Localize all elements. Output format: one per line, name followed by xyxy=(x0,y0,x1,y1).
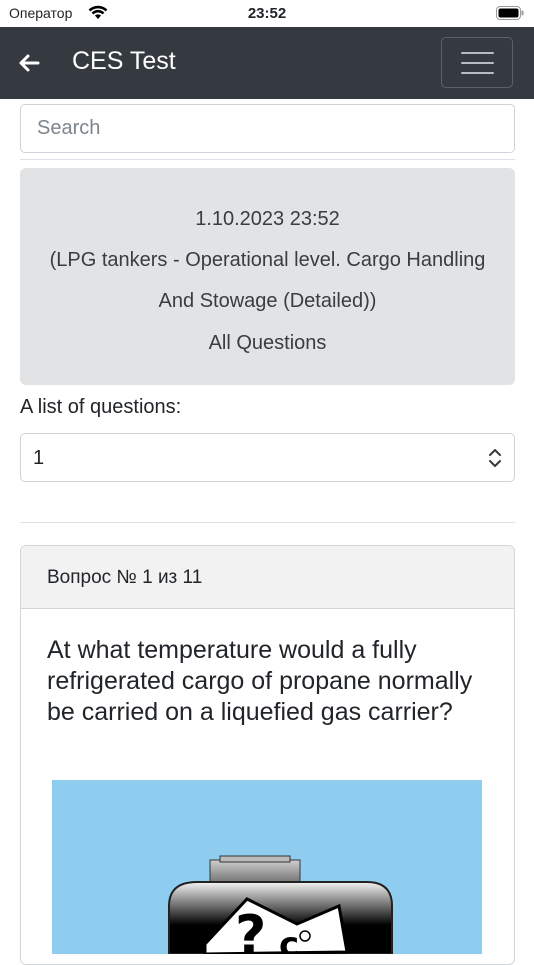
menu-toggle-button[interactable] xyxy=(441,37,513,88)
question-select[interactable]: 1 xyxy=(20,433,515,482)
question-select-value: 1 xyxy=(33,447,45,469)
battery-icon xyxy=(496,6,524,20)
status-bar: Оператор 23:52 xyxy=(0,0,534,27)
test-datetime: 1.10.2023 23:52 xyxy=(195,208,340,230)
clock: 23:52 xyxy=(247,5,287,22)
divider xyxy=(20,159,515,160)
question-text: At what temperature would a fully refrig… xyxy=(47,636,473,726)
chevron-up-down-icon xyxy=(489,449,501,467)
question-image: ? c xyxy=(47,774,487,964)
arrow-left-icon[interactable] xyxy=(18,53,40,73)
gas-tank-question-illustration: ? c xyxy=(52,780,482,964)
test-mode: All Questions xyxy=(208,332,327,354)
top-navbar: CES Test xyxy=(0,27,534,99)
test-subject-line1: (LPG tankers - Operational level. Cargo … xyxy=(49,249,486,271)
question-counter: Вопрос № 1 из 11 xyxy=(47,567,203,588)
page-title: CES Test xyxy=(72,47,176,75)
question-list-label: A list of questions: xyxy=(20,396,182,418)
test-subject-line2: And Stowage (Detailed)) xyxy=(158,290,377,312)
divider xyxy=(20,522,515,523)
question-card: Вопрос № 1 из 11 At what temperature wou… xyxy=(20,545,515,965)
test-info-panel: 1.10.2023 23:52 (LPG tankers - Operation… xyxy=(20,168,515,385)
search-input[interactable] xyxy=(20,104,515,153)
svg-text:?: ? xyxy=(235,904,266,954)
question-card-header: Вопрос № 1 из 11 xyxy=(21,546,514,609)
